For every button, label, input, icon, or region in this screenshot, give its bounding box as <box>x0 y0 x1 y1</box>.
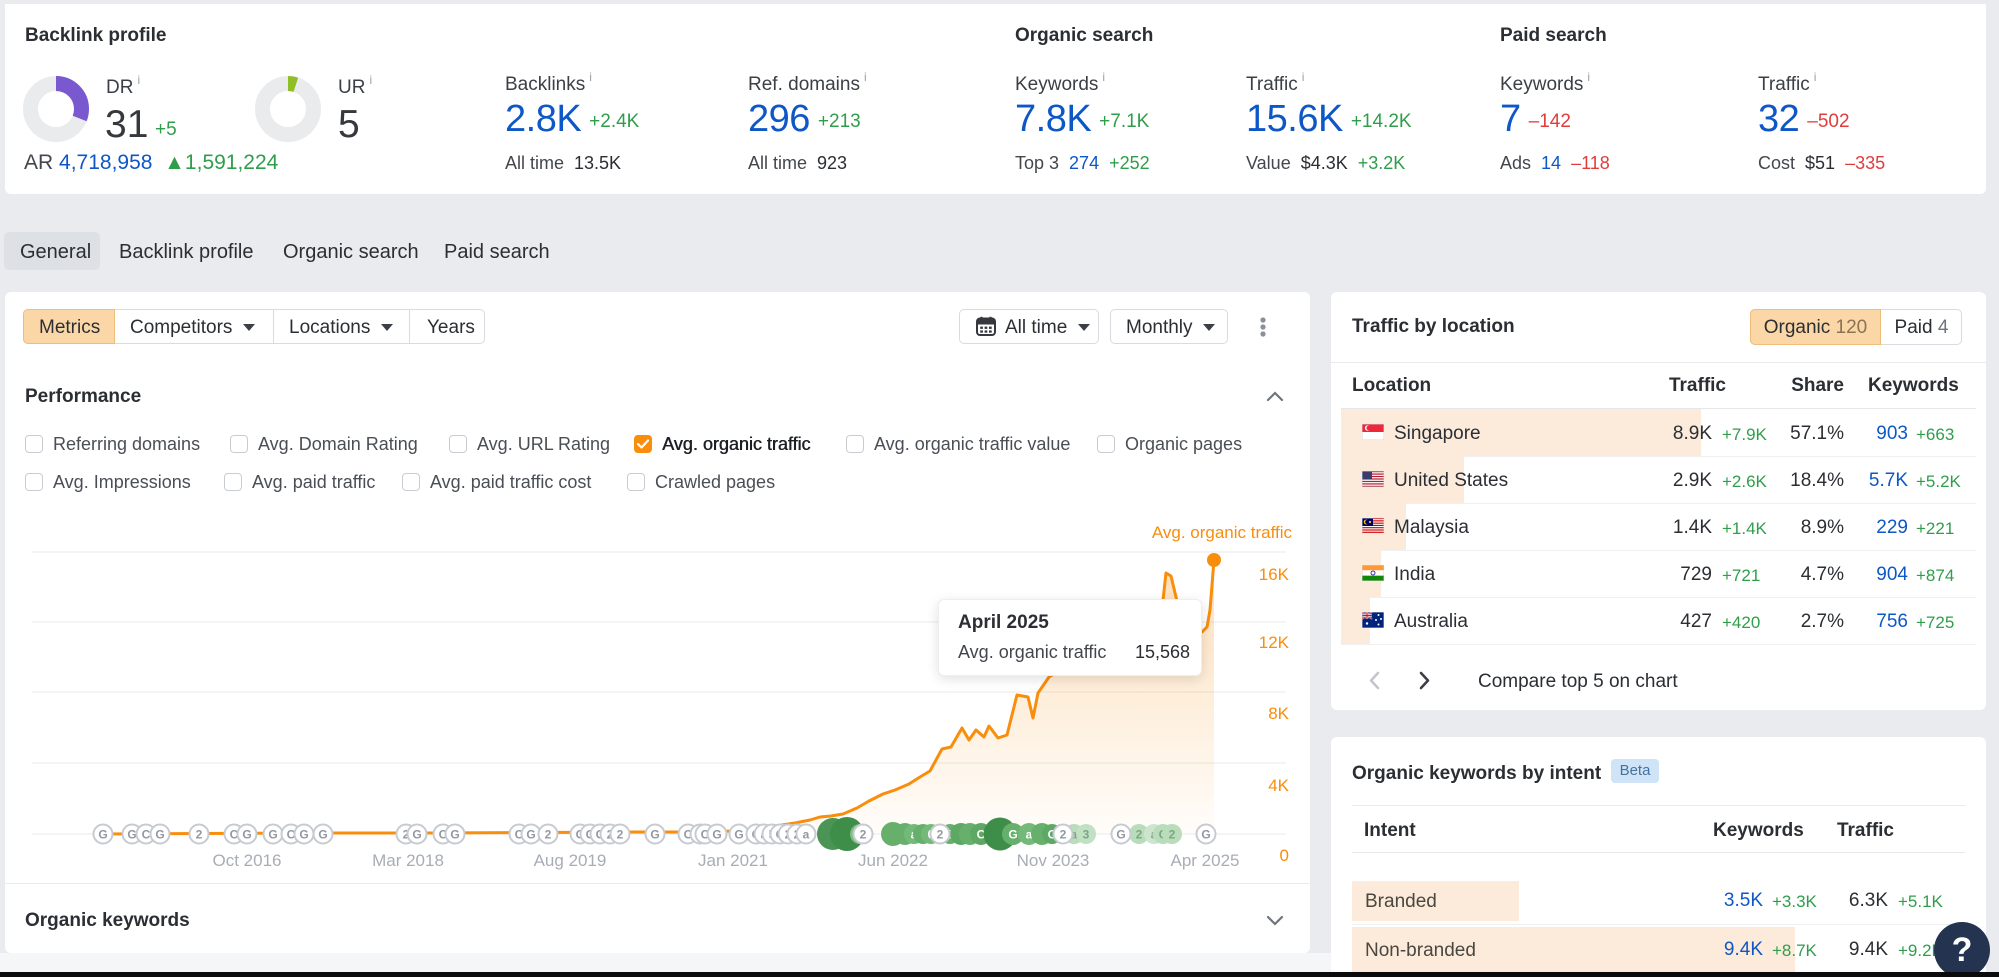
svg-text:G: G <box>412 828 421 842</box>
svg-text:2: 2 <box>1169 828 1176 842</box>
svg-text:G: G <box>650 828 659 842</box>
svg-text:0: 0 <box>1280 846 1289 865</box>
svg-text:Aug 2019: Aug 2019 <box>534 851 607 870</box>
svg-text:2: 2 <box>1060 828 1067 842</box>
svg-text:2: 2 <box>1136 828 1143 842</box>
svg-text:4K: 4K <box>1268 776 1289 795</box>
svg-text:Jun 2022: Jun 2022 <box>858 851 928 870</box>
svg-text:G: G <box>268 828 277 842</box>
svg-text:G: G <box>734 828 743 842</box>
svg-text:12K: 12K <box>1259 633 1290 652</box>
svg-text:G: G <box>526 828 535 842</box>
svg-text:G: G <box>155 828 164 842</box>
svg-text:G: G <box>98 828 107 842</box>
svg-text:G: G <box>712 828 721 842</box>
svg-text:G: G <box>450 828 459 842</box>
svg-text:Jan 2021: Jan 2021 <box>698 851 768 870</box>
svg-text:2: 2 <box>545 828 552 842</box>
svg-text:3: 3 <box>1083 828 1090 842</box>
svg-text:2: 2 <box>937 828 944 842</box>
svg-text:8K: 8K <box>1268 704 1289 723</box>
svg-text:G: G <box>242 828 251 842</box>
svg-text:Mar 2018: Mar 2018 <box>372 851 444 870</box>
svg-text:G: G <box>1201 828 1210 842</box>
svg-text:Nov 2023: Nov 2023 <box>1017 851 1090 870</box>
svg-text:a: a <box>803 828 810 842</box>
svg-text:2: 2 <box>860 828 867 842</box>
svg-text:2: 2 <box>196 828 203 842</box>
svg-text:G: G <box>1008 828 1017 842</box>
svg-text:Oct 2016: Oct 2016 <box>213 851 282 870</box>
svg-text:C: C <box>142 828 151 842</box>
svg-text:G: G <box>299 828 308 842</box>
svg-text:G: G <box>1116 828 1125 842</box>
svg-text:2: 2 <box>617 828 624 842</box>
svg-text:Apr 2025: Apr 2025 <box>1171 851 1240 870</box>
svg-text:16K: 16K <box>1259 565 1290 584</box>
svg-text:G: G <box>318 828 327 842</box>
svg-text:G: G <box>127 828 136 842</box>
svg-text:Avg. organic traffic: Avg. organic traffic <box>1152 523 1293 542</box>
